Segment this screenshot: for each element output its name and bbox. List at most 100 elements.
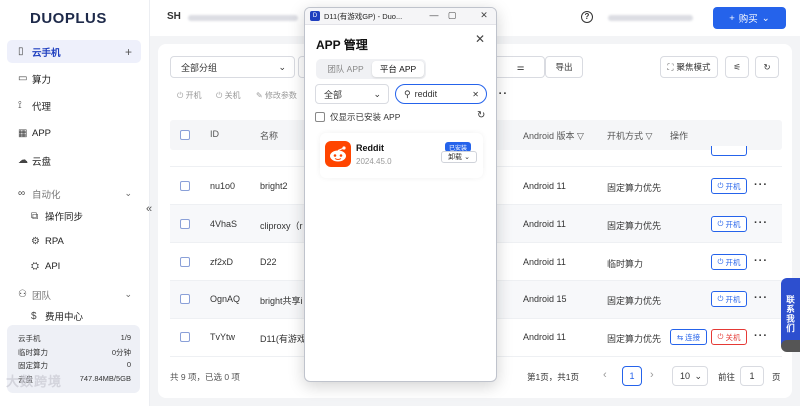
redacted-workspace xyxy=(188,15,298,21)
filter-icon: ▽ xyxy=(577,131,584,141)
row-more-icon[interactable]: ··· xyxy=(754,255,768,267)
sidebar-item-billing[interactable]: $ 费用中心 xyxy=(7,306,141,326)
filter-icon: ▽ xyxy=(645,131,653,141)
chat-handle[interactable] xyxy=(781,340,800,352)
focus-mode-label: 聚焦模式 xyxy=(676,62,711,72)
power-on-button[interactable]: ⏻ 开机 xyxy=(711,291,747,307)
edit-params-action[interactable]: ✎ 修改参数 xyxy=(256,90,297,101)
only-installed-label: 仅显示已安装 APP xyxy=(330,112,401,122)
row-more-icon[interactable]: ··· xyxy=(754,292,768,304)
action-label: 开机 xyxy=(185,91,202,100)
workspace-prefix[interactable]: SH xyxy=(167,11,181,22)
row-more-icon[interactable]: ··· xyxy=(754,179,768,191)
cell-android: Android 11 xyxy=(523,257,566,267)
power-off-action[interactable]: ⏻ 关机 xyxy=(216,90,241,101)
sidebar-item-sync[interactable]: ⧉ 操作同步 xyxy=(7,206,141,226)
buy-label: 购买 xyxy=(738,14,758,25)
sidebar-item-api[interactable]: ⛭ API xyxy=(7,256,141,276)
column-settings-icon[interactable]: ⚌ xyxy=(497,56,545,78)
app-window-icon: D xyxy=(310,11,320,21)
sidebar-group-automation[interactable]: ∞ 自动化 ⌄ xyxy=(7,182,141,205)
page-size-select[interactable]: 10 ⌄ xyxy=(672,366,708,386)
sidebar-item-rpa[interactable]: ⚙ RPA xyxy=(7,231,141,251)
power-on-button-partial[interactable] xyxy=(711,146,747,156)
close-icon[interactable]: ✕ xyxy=(475,32,485,46)
app-search-input[interactable]: ⚲ reddit ✕ xyxy=(395,84,487,104)
settings-sliders-icon[interactable]: ⚟ xyxy=(725,56,749,78)
connect-button[interactable]: ⇆ 连接 xyxy=(670,329,707,345)
row-checkbox[interactable] xyxy=(180,332,190,342)
sidebar-item-label: APP xyxy=(32,128,52,139)
minimize-icon[interactable]: — xyxy=(427,10,441,20)
column-header-boot[interactable]: 开机方式 ▽ xyxy=(607,129,652,142)
prev-page-icon[interactable]: ‹ xyxy=(603,369,607,381)
button-label: 开机 xyxy=(725,181,741,191)
cell-android: Android 11 xyxy=(523,219,566,229)
row-more-icon[interactable]: ··· xyxy=(754,217,768,229)
cell-boot: 固定算力优先 xyxy=(607,183,662,193)
focus-mode-button[interactable]: ⛶ 聚焦模式 xyxy=(660,56,718,78)
cell-boot: 固定算力优先 xyxy=(607,334,662,344)
maximize-icon[interactable]: ▢ xyxy=(445,10,459,21)
only-installed-filter[interactable]: 仅显示已安装 APP xyxy=(315,111,400,123)
app-version: 2024.45.0 xyxy=(356,157,392,166)
add-icon[interactable]: + xyxy=(125,45,132,59)
power-on-button[interactable]: ⏻ 开机 xyxy=(711,178,747,194)
window-close-icon[interactable]: ✕ xyxy=(477,10,491,21)
duoplus-logo[interactable]: DUOPLUS xyxy=(30,9,120,27)
sidebar-item-proxy[interactable]: ⟟ 代理 xyxy=(7,94,141,117)
tab-platform-app[interactable]: 平台 APP xyxy=(372,61,424,77)
sync-icon: ⧉ xyxy=(31,210,39,222)
column-header-operation: 操作 xyxy=(670,131,689,141)
export-button[interactable]: 导出 xyxy=(545,56,583,78)
api-icon: ⛭ xyxy=(31,260,39,272)
row-checkbox[interactable] xyxy=(180,181,190,191)
sidebar-item-cloud-phone[interactable]: ▯ 云手机 + xyxy=(7,40,141,63)
help-icon[interactable]: ? xyxy=(581,11,593,23)
power-on-button[interactable]: ⏻ 开机 xyxy=(711,216,747,232)
button-label: 关机 xyxy=(725,332,741,342)
app-filter-select[interactable]: 全部 ⌄ xyxy=(315,84,389,104)
row-checkbox[interactable] xyxy=(180,257,190,267)
logo-text: DUOPLUS xyxy=(30,10,107,27)
sidebar-item-compute[interactable]: ▭ 算力 xyxy=(7,67,141,90)
sidebar-item-cloud-disk[interactable]: ☁ 云盘 xyxy=(7,149,141,172)
page-info: 第1页，共1页 xyxy=(527,372,579,382)
row-checkbox[interactable] xyxy=(180,294,190,304)
sidebar: DUOPLUS ▯ 云手机 + ▭ 算力 ⟟ 代理 ▦ APP ☁ 云盘 ∞ 自… xyxy=(0,0,150,406)
quota-label: 云手机 xyxy=(18,334,41,343)
window-titlebar[interactable]: D D11(有游戏GP) - Duo... — ▢ ✕ xyxy=(305,8,496,25)
column-header-id[interactable]: ID xyxy=(210,129,219,139)
cell-name: D22 xyxy=(260,257,277,267)
row-checkbox[interactable] xyxy=(180,219,190,229)
cell-id: OgnAQ xyxy=(210,294,241,304)
cell-android: Android 11 xyxy=(523,181,566,191)
app-card-reddit[interactable]: Reddit 2024.45.0 已安装 卸载 ⌄ xyxy=(320,133,483,178)
goto-page-input[interactable]: 1 xyxy=(740,366,764,386)
sidebar-item-label: 团队 xyxy=(32,290,52,302)
sidebar-group-team[interactable]: ⚇ 团队 ⌄ xyxy=(7,283,141,306)
next-page-icon[interactable]: › xyxy=(650,369,654,381)
chevron-down-icon: ⌄ xyxy=(464,154,470,161)
page-1-button[interactable]: 1 xyxy=(622,366,642,386)
action-label: 修改参数 xyxy=(264,91,297,100)
cell-boot: 临时算力 xyxy=(607,259,644,269)
column-header-name[interactable]: 名称 xyxy=(260,129,278,142)
power-on-button[interactable]: ⏻ 开机 xyxy=(711,254,747,270)
power-off-button[interactable]: ⏻ 关机 xyxy=(711,329,747,345)
clear-search-icon[interactable]: ✕ xyxy=(472,90,479,99)
power-on-action[interactable]: ⏻ 开机 xyxy=(177,90,202,101)
power-icon: ⏻ xyxy=(717,181,724,190)
only-installed-checkbox[interactable] xyxy=(315,112,325,122)
refresh-icon[interactable]: ↻ xyxy=(477,110,485,121)
select-all-checkbox[interactable] xyxy=(180,130,190,140)
column-header-android[interactable]: Android 版本 ▽ xyxy=(523,129,584,142)
group-select[interactable]: 全部分组 ⌄ xyxy=(170,56,295,78)
uninstall-dropdown-button[interactable]: 卸载 ⌄ xyxy=(441,151,477,163)
refresh-icon[interactable]: ↻ xyxy=(755,56,779,78)
row-more-icon[interactable]: ··· xyxy=(754,330,768,342)
tab-team-app[interactable]: 团队 APP xyxy=(319,61,372,77)
sidebar-item-app[interactable]: ▦ APP xyxy=(7,122,141,145)
buy-button[interactable]: + 购买 ⌄ xyxy=(713,7,786,29)
collapse-sidebar-icon[interactable]: « xyxy=(146,203,152,215)
